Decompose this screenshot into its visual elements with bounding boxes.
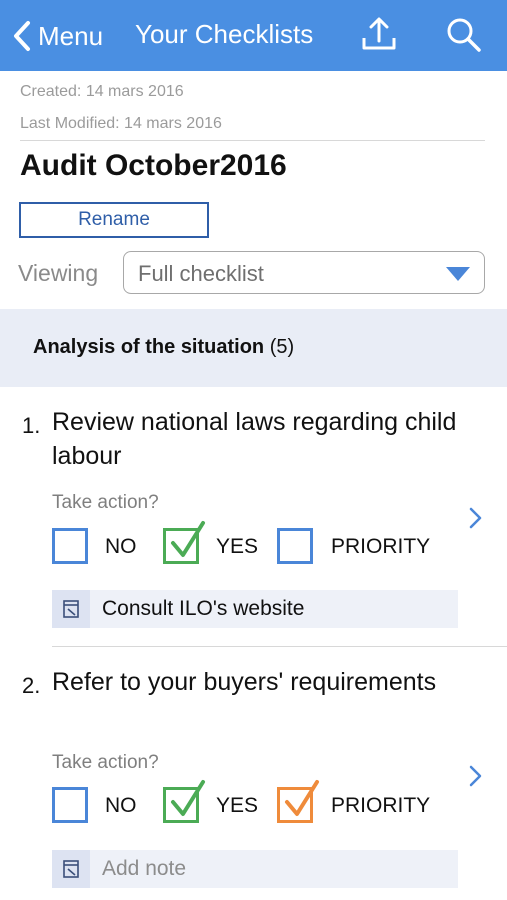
item-number: 1. <box>22 413 41 438</box>
priority-label: PRIORITY <box>331 535 431 558</box>
take-action-label: Take action? <box>52 492 159 513</box>
no-label: NO <box>105 794 137 817</box>
viewing-label: Viewing <box>18 260 99 286</box>
item-number: 2. <box>22 673 41 698</box>
note-icon-box <box>52 590 90 628</box>
chevron-right-icon[interactable] <box>466 506 486 530</box>
share-icon <box>362 17 396 50</box>
yes-label: YES <box>216 535 259 558</box>
priority-checkbox[interactable] <box>277 528 313 564</box>
note-icon-box <box>52 850 90 888</box>
yes-checkbox[interactable] <box>163 780 205 823</box>
back-label: Menu <box>38 20 104 51</box>
section-title-wrap: Analysis of the situation (5) <box>33 336 294 359</box>
dropdown-arrow-icon <box>446 267 470 281</box>
note-icon <box>63 600 79 618</box>
checkmark-icon <box>285 780 319 816</box>
priority-checkbox[interactable] <box>277 780 319 823</box>
checklist-title: Audit October2016 <box>20 149 287 182</box>
note-field[interactable]: Consult ILO's website <box>52 590 458 628</box>
section-title: Analysis of the situation <box>33 336 265 358</box>
item-divider <box>52 646 507 647</box>
nav-title: Your Checklists <box>135 19 314 49</box>
note-placeholder: Add note <box>102 857 187 880</box>
section-header[interactable]: Analysis of the situation (5) <box>0 309 507 387</box>
item-text: Refer to your buyers' requirements <box>52 668 437 696</box>
created-date: Created: 14 mars 2016 <box>20 83 184 100</box>
navigation-bar: Menu Your Checklists <box>0 0 507 71</box>
checkmark-icon <box>171 521 205 557</box>
divider <box>20 140 485 141</box>
share-button[interactable] <box>358 14 400 56</box>
search-button[interactable] <box>443 14 485 56</box>
section-count: (5) <box>269 336 295 358</box>
no-checkbox[interactable] <box>52 787 88 823</box>
chevron-left-icon <box>14 21 30 51</box>
viewing-select[interactable]: Full checklist <box>123 251 485 294</box>
chevron-right-icon[interactable] <box>466 764 486 788</box>
note-icon <box>63 860 79 878</box>
yes-label: YES <box>216 794 259 817</box>
item-text: Review national laws regarding child lab… <box>52 408 457 470</box>
rename-button[interactable]: Rename <box>19 202 209 238</box>
yes-checkbox[interactable] <box>163 521 205 564</box>
note-field[interactable]: Add note <box>52 850 458 888</box>
back-button[interactable]: Menu <box>12 18 103 54</box>
no-label: NO <box>105 535 137 558</box>
note-text: Consult ILO's website <box>102 597 305 620</box>
viewing-select-value: Full checklist <box>138 261 264 286</box>
no-checkbox[interactable] <box>52 528 88 564</box>
modified-date: Last Modified: 14 mars 2016 <box>20 115 222 132</box>
priority-label: PRIORITY <box>331 794 431 817</box>
checkmark-icon <box>171 780 205 816</box>
search-icon <box>447 18 481 52</box>
take-action-label: Take action? <box>52 752 159 773</box>
